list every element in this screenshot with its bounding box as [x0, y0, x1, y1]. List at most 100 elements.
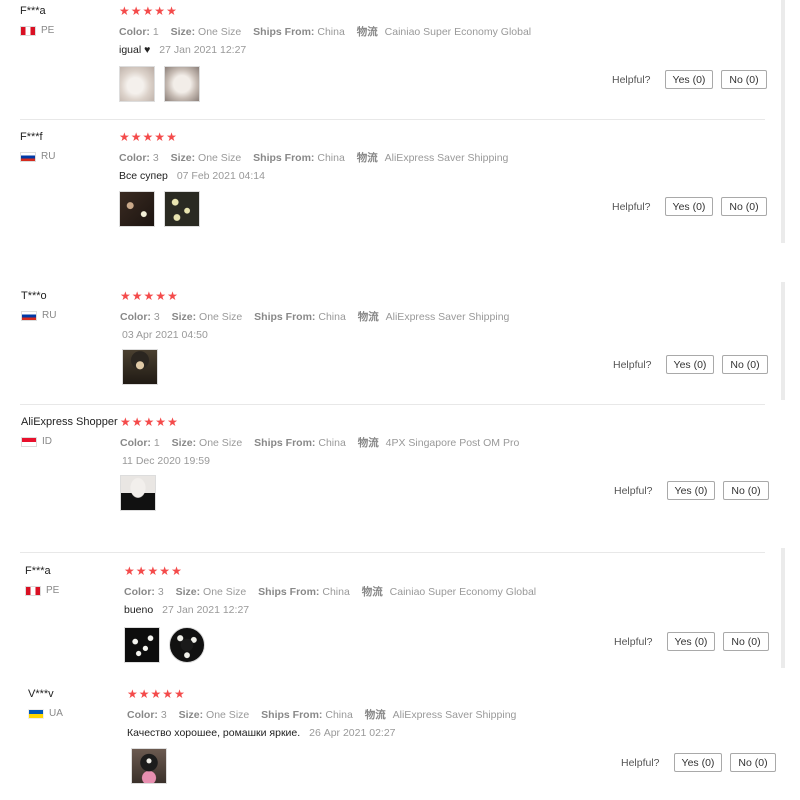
- star-icon: ★: [143, 415, 155, 429]
- helpful-yes-button[interactable]: Yes (0): [664, 70, 714, 89]
- comment-text: igual ♥: [119, 44, 151, 56]
- scrollbar-track[interactable]: [781, 548, 785, 668]
- review-photo[interactable]: [122, 349, 158, 385]
- logistics-label: 物流: [364, 709, 386, 721]
- color-label: Color:: [119, 152, 150, 164]
- reviewer-country: PE: [20, 25, 54, 36]
- size-label: Size:: [175, 586, 201, 598]
- country-code: RU: [41, 151, 56, 162]
- review-photo[interactable]: [124, 627, 160, 663]
- reviewer-name: AliExpress Shopper: [21, 416, 118, 428]
- size-value: One Size: [203, 586, 247, 598]
- star-icon: ★: [119, 4, 130, 18]
- star-icon: ★: [130, 4, 142, 18]
- helpful-yes-button[interactable]: Yes (0): [666, 632, 716, 651]
- size-value: One Size: [206, 709, 250, 721]
- star-icon: ★: [159, 564, 171, 578]
- star-icon: ★: [174, 687, 185, 701]
- logistics-label: 物流: [356, 26, 378, 38]
- review-date: 27 Jan 2021 12:27: [159, 44, 247, 56]
- logistics-value: AliExpress Saver Shipping: [384, 152, 509, 164]
- helpful-yes-button[interactable]: Yes (0): [666, 481, 716, 500]
- ships-from-value: China: [318, 311, 346, 323]
- review-photo[interactable]: [119, 191, 155, 227]
- scrollbar-track[interactable]: [781, 282, 785, 400]
- size-value: One Size: [198, 152, 242, 164]
- helpful-vote: Helpful? Yes (0) No (0): [613, 355, 768, 374]
- scrollbar-track[interactable]: [781, 0, 785, 243]
- star-icon: ★: [166, 4, 177, 18]
- ships-from-label: Ships From:: [254, 437, 316, 449]
- ships-from-value: China: [322, 586, 350, 598]
- helpful-vote: Helpful? Yes (0) No (0): [612, 197, 767, 216]
- star-icon: ★: [131, 289, 143, 303]
- star-icon: ★: [127, 687, 138, 701]
- ships-from-label: Ships From:: [253, 26, 315, 38]
- color-value: 1: [152, 26, 159, 38]
- color-value: 1: [153, 437, 160, 449]
- helpful-vote: Helpful? Yes (0) No (0): [614, 632, 769, 651]
- star-icon: ★: [120, 415, 131, 429]
- country-code: RU: [42, 310, 57, 321]
- ships-from-label: Ships From:: [253, 152, 315, 164]
- helpful-yes-button[interactable]: Yes (0): [665, 355, 715, 374]
- size-label: Size:: [170, 26, 196, 38]
- comment-text: Все супер: [119, 170, 168, 182]
- peru-flag-icon: [25, 585, 41, 596]
- country-code: PE: [41, 25, 55, 36]
- logistics-value: 4PX Singapore Post OM Pro: [385, 437, 520, 449]
- review-comment: igual ♥ 27 Jan 2021 12:27: [119, 44, 246, 56]
- helpful-label: Helpful?: [621, 756, 660, 769]
- helpful-no-button[interactable]: No (0): [721, 197, 767, 216]
- review-comment: Все супер 07 Feb 2021 04:14: [119, 170, 265, 182]
- star-icon: ★: [130, 130, 142, 144]
- helpful-no-button[interactable]: No (0): [723, 481, 769, 500]
- review-photos: [122, 349, 167, 385]
- helpful-label: Helpful?: [614, 635, 653, 648]
- review-photo[interactable]: [120, 475, 156, 511]
- ships-from-label: Ships From:: [258, 586, 320, 598]
- color-value: 3: [152, 152, 159, 164]
- helpful-yes-button[interactable]: Yes (0): [664, 197, 714, 216]
- russia-flag-icon: [21, 310, 37, 321]
- helpful-no-button[interactable]: No (0): [722, 355, 768, 374]
- helpful-vote: Helpful? Yes (0) No (0): [614, 481, 769, 500]
- helpful-no-button[interactable]: No (0): [730, 753, 776, 772]
- helpful-no-button[interactable]: No (0): [721, 70, 767, 89]
- comment-text: bueno: [124, 604, 154, 616]
- star-icon: ★: [147, 564, 159, 578]
- star-icon: ★: [119, 130, 130, 144]
- star-icon: ★: [154, 4, 166, 18]
- color-value: 3: [157, 586, 164, 598]
- review-photo[interactable]: [119, 66, 155, 102]
- ships-from-value: China: [325, 709, 353, 721]
- logistics-value: AliExpress Saver Shipping: [385, 311, 510, 323]
- review-photos: [131, 748, 176, 784]
- review-comment: bueno 27 Jan 2021 12:27: [124, 604, 249, 616]
- helpful-vote: Helpful? Yes (0) No (0): [621, 753, 776, 772]
- order-info: Color: 3 Size: One Size Ships From: Chin…: [124, 584, 536, 599]
- review-date: 27 Jan 2021 12:27: [162, 604, 250, 616]
- star-icon: ★: [155, 415, 167, 429]
- review-photo[interactable]: [131, 748, 167, 784]
- review-photo[interactable]: [164, 66, 200, 102]
- ships-from-label: Ships From:: [261, 709, 323, 721]
- review-photos: [119, 66, 209, 102]
- star-icon: ★: [131, 415, 143, 429]
- logistics-label: 物流: [357, 311, 379, 323]
- order-info: Color: 3 Size: One Size Ships From: Chin…: [119, 150, 508, 165]
- review-comment: Качество хорошее, ромашки яркие. 26 Apr …: [127, 727, 396, 739]
- helpful-yes-button[interactable]: Yes (0): [673, 753, 723, 772]
- review-photos: [120, 475, 165, 511]
- star-rating: ★ ★ ★ ★ ★: [120, 416, 179, 428]
- review-comment: 03 Apr 2021 04:50: [122, 329, 208, 341]
- order-info: Color: 1 Size: One Size Ships From: Chin…: [120, 435, 519, 450]
- review-photos: [119, 191, 209, 227]
- review-divider: [20, 119, 765, 120]
- star-icon: ★: [155, 289, 167, 303]
- review-photo[interactable]: [164, 191, 200, 227]
- star-icon: ★: [138, 687, 150, 701]
- ships-from-value: China: [317, 152, 345, 164]
- review-photo[interactable]: [169, 627, 205, 663]
- helpful-no-button[interactable]: No (0): [723, 632, 769, 651]
